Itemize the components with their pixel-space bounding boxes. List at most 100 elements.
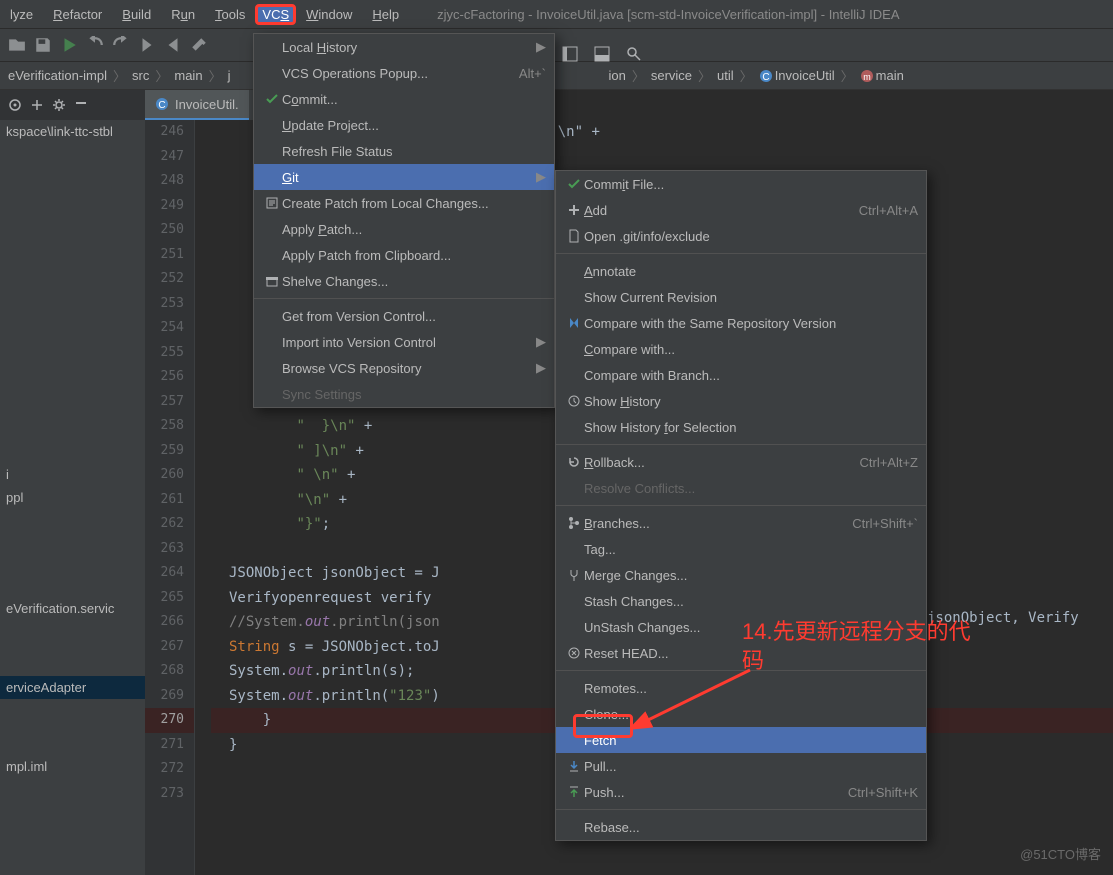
menu-item-show-current-revision[interactable]: Show Current Revision [556,284,926,310]
gutter-line[interactable]: 269 [145,684,194,709]
menu-item-show-history-for-selection[interactable]: Show History for Selection [556,414,926,440]
gutter-line[interactable]: 267 [145,635,194,660]
menu-item-get-from-version-control[interactable]: Get from Version Control... [254,303,554,329]
gutter-line[interactable]: 247 [145,145,194,170]
editor-gutter[interactable]: 2462472482492502512522532542552562572582… [145,120,195,875]
gutter-line[interactable]: 252 [145,267,194,292]
tree-node[interactable]: i [0,463,145,486]
gutter-line[interactable]: 264 [145,561,194,586]
crumb-util[interactable]: util [713,68,738,83]
menu-build[interactable]: Build [112,3,161,26]
gutter-line[interactable]: 272 [145,757,194,782]
gutter-line[interactable]: 249 [145,194,194,219]
menu-tools[interactable]: Tools [205,3,255,26]
menu-item-stash-changes[interactable]: Stash Changes... [556,588,926,614]
menu-item-apply-patch[interactable]: Apply Patch... [254,216,554,242]
gutter-line[interactable]: 246 [145,120,194,145]
menu-item-open-git-info-exclude[interactable]: Open .git/info/exclude [556,223,926,249]
menu-item-compare-with[interactable]: Compare with... [556,336,926,362]
crumb-ion[interactable]: ion [604,68,629,83]
editor-tab-invoiceutil[interactable]: C InvoiceUtil. [145,90,249,120]
menu-item-vcs-operations-popup[interactable]: VCS Operations Popup...Alt+` [254,60,554,86]
gutter-line[interactable]: 273 [145,782,194,807]
menu-item-compare-with-branch[interactable]: Compare with Branch... [556,362,926,388]
menu-item-commit-file[interactable]: Commit File... [556,171,926,197]
crumb-main[interactable]: main [170,68,206,83]
gutter-line[interactable]: 263 [145,537,194,562]
crumb-j[interactable]: j [224,68,235,83]
tree-node[interactable]: ppl [0,486,145,509]
menu-run[interactable]: Run [161,3,205,26]
gear-icon[interactable] [52,98,66,112]
gutter-line[interactable]: 259 [145,439,194,464]
gutter-line[interactable]: 256 [145,365,194,390]
crumb-method[interactable]: mmain [856,68,908,84]
menu-window[interactable]: Window [296,3,362,26]
crumb-src[interactable]: src [128,68,153,83]
gutter-line[interactable]: 254 [145,316,194,341]
save-icon[interactable] [34,36,52,54]
gutter-line[interactable]: 258 [145,414,194,439]
gutter-line[interactable]: 253 [145,292,194,317]
crumb-module[interactable]: eVerification-impl [4,68,111,83]
collapse-icon[interactable] [30,98,44,112]
menu-item-pull[interactable]: Pull... [556,753,926,779]
menu-item-browse-vcs-repository[interactable]: Browse VCS Repository▶ [254,355,554,381]
run-icon[interactable] [60,36,78,54]
gutter-line[interactable]: 248 [145,169,194,194]
gutter-line[interactable]: 266 [145,610,194,635]
hammer-icon[interactable] [190,36,208,54]
gutter-line[interactable]: 261 [145,488,194,513]
crumb-service[interactable]: service [647,68,696,83]
menu-analyze[interactable]: lyze [0,3,43,26]
undo-icon[interactable] [86,36,104,54]
open-icon[interactable] [8,36,26,54]
crumb-class[interactable]: CInvoiceUtil [755,68,839,84]
layout2-icon[interactable] [594,46,610,62]
search-icon[interactable] [626,46,642,62]
gutter-line[interactable]: 257 [145,390,194,415]
tree-node[interactable]: mpl.iml [0,755,145,778]
menu-item-add[interactable]: AddCtrl+Alt+A [556,197,926,223]
tree-node[interactable]: eVerification.servic [0,597,145,620]
menu-item-update-project[interactable]: Update Project... [254,112,554,138]
gutter-line[interactable]: 268 [145,659,194,684]
fold-column[interactable] [195,120,211,875]
gutter-line[interactable]: 262 [145,512,194,537]
gutter-line[interactable]: 251 [145,243,194,268]
menu-vcs[interactable]: VCS [255,4,296,25]
menu-item-rebase[interactable]: Rebase... [556,814,926,840]
menu-help[interactable]: Help [362,3,409,26]
target-icon[interactable] [8,98,22,112]
menu-item-git[interactable]: Git▶ [254,164,554,190]
tree-node[interactable]: erviceAdapter [0,676,145,699]
gutter-line[interactable]: 271 [145,733,194,758]
tree-node[interactable]: kspace\link-ttc-stbl [0,120,145,143]
forward-icon[interactable] [138,36,156,54]
menu-item-rollback[interactable]: Rollback...Ctrl+Alt+Z [556,449,926,475]
menu-item-show-history[interactable]: Show History [556,388,926,414]
back-icon[interactable] [164,36,182,54]
menu-item-push[interactable]: Push...Ctrl+Shift+K [556,779,926,805]
gutter-line[interactable]: 270 [145,708,194,733]
gutter-line[interactable]: 260 [145,463,194,488]
menu-item-local-history[interactable]: Local History▶ [254,34,554,60]
redo-icon[interactable] [112,36,130,54]
menu-item-commit[interactable]: Commit... [254,86,554,112]
gutter-line[interactable]: 265 [145,586,194,611]
layout-icon[interactable] [562,46,578,62]
menu-item-apply-patch-from-clipboard[interactable]: Apply Patch from Clipboard... [254,242,554,268]
menu-item-tag[interactable]: Tag... [556,536,926,562]
menu-item-refresh-file-status[interactable]: Refresh File Status [254,138,554,164]
menu-item-merge-changes[interactable]: Merge Changes... [556,562,926,588]
menu-item-import-into-version-control[interactable]: Import into Version Control▶ [254,329,554,355]
menu-refactor[interactable]: Refactor [43,3,112,26]
menu-item-shelve-changes[interactable]: Shelve Changes... [254,268,554,294]
menu-item-annotate[interactable]: Annotate [556,258,926,284]
gutter-line[interactable]: 250 [145,218,194,243]
menu-item-branches[interactable]: Branches...Ctrl+Shift+` [556,510,926,536]
project-tree[interactable]: kspace\link-ttc-stbl i ppl eVerification… [0,120,145,875]
hide-icon[interactable] [74,98,88,112]
gutter-line[interactable]: 255 [145,341,194,366]
menu-item-create-patch-from-local-changes[interactable]: Create Patch from Local Changes... [254,190,554,216]
